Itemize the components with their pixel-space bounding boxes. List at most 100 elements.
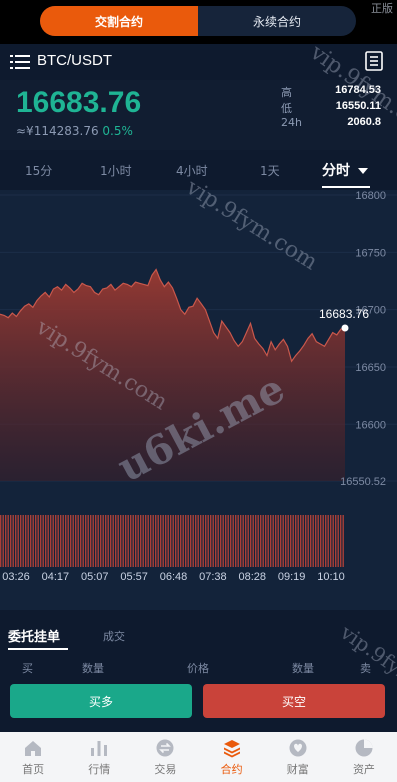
tab-delivery-contract[interactable]: 交割合约 — [40, 6, 198, 36]
document-icon[interactable] — [365, 51, 383, 71]
x-tick-label: 07:38 — [199, 571, 227, 583]
volume-bar — [280, 515, 282, 567]
volume-bar — [192, 515, 194, 567]
volume-bar — [127, 515, 129, 567]
x-axis-ticks: 03:26 04:17 05:07 05:57 06:48 07:38 08:28 09:19… — [2, 571, 345, 583]
volume-bar — [110, 515, 112, 567]
tab-1hour[interactable]: 1小时 — [100, 162, 132, 179]
volume-bar — [220, 515, 222, 567]
volume-bar — [57, 515, 59, 567]
volume-bar — [317, 515, 319, 567]
volume-bar — [130, 515, 132, 567]
volume-bar — [65, 515, 67, 567]
orders-panel: 委托挂单 成交 买 数量 价格 数量 卖 — [0, 618, 397, 678]
volume-bar — [115, 515, 117, 567]
volume-bar — [35, 515, 37, 567]
volume-bar — [52, 515, 54, 567]
volume-bar — [100, 515, 102, 567]
col-qty-sell: 数量 — [292, 662, 314, 675]
timeframe-tabs: 15分 1小时 4小时 1天 分时 — [0, 150, 397, 190]
volume-bar — [262, 515, 264, 567]
nav-label: 财富 — [286, 763, 309, 776]
volume-bar — [152, 515, 154, 567]
tab-underline — [322, 186, 370, 188]
volume-bars — [0, 515, 344, 567]
chart-svg: 168001675016700166501660016550.52 03:26 0… — [0, 190, 397, 583]
x-tick-label: 05:57 — [120, 571, 148, 583]
nav-label: 合约 — [220, 763, 243, 776]
volume-bar — [60, 515, 62, 567]
volume-bar — [170, 515, 172, 567]
volume-bar — [25, 515, 27, 567]
volume-bar — [205, 515, 207, 567]
volume-bar — [80, 515, 82, 567]
stat-low: 低 16550.11 — [281, 100, 381, 116]
volume-bar — [190, 515, 192, 567]
volume-bar — [150, 515, 152, 567]
nav-wealth[interactable]: 财富 — [265, 732, 331, 782]
volume-bar — [92, 515, 94, 567]
volume-bar — [182, 515, 184, 567]
trading-pair[interactable]: BTC/USDT — [37, 52, 112, 69]
volume-bar — [330, 515, 332, 567]
volume-bar — [257, 515, 259, 567]
volume-bar — [265, 515, 267, 567]
nav-home[interactable]: 首页 — [0, 732, 66, 782]
volume-bar — [70, 515, 72, 567]
stat-high: 高 16784.53 — [281, 84, 381, 100]
volume-bar — [42, 515, 44, 567]
tab-pending-orders[interactable]: 委托挂单 — [8, 626, 60, 645]
nav-trade[interactable]: 交易 — [132, 732, 198, 782]
volume-bar — [22, 515, 24, 567]
nav-label: 行情 — [88, 763, 111, 776]
volume-bar — [95, 515, 97, 567]
wallet-icon — [289, 739, 307, 757]
pie-chart-icon — [355, 739, 373, 757]
volume-bar — [85, 515, 87, 567]
volume-bar — [227, 515, 229, 567]
layers-icon — [223, 740, 240, 758]
volume-bar — [50, 515, 52, 567]
volume-bar — [245, 515, 247, 567]
tab-perpetual-contract[interactable]: 永续合约 — [198, 6, 356, 36]
volume-bar — [277, 515, 279, 567]
volume-bar — [142, 515, 144, 567]
exchange-icon — [156, 739, 174, 757]
caret-down-icon — [357, 168, 368, 174]
volume-bar — [222, 515, 224, 567]
nav-contract[interactable]: 合约 — [199, 732, 265, 782]
volume-bar — [72, 515, 74, 567]
price-chart[interactable]: 16800 16750 16700 16650 16600 16550.52 03:26 0… — [0, 190, 397, 610]
buy-short-button[interactable]: 买空 — [203, 684, 385, 718]
tab-15min[interactable]: 15分 — [25, 162, 52, 179]
nav-label: 首页 — [22, 763, 45, 776]
tab-timeline[interactable]: 分时 — [322, 160, 369, 180]
volume-bar — [212, 515, 214, 567]
volume-bar — [32, 515, 34, 567]
volume-bar — [2, 515, 4, 567]
nav-assets[interactable]: 资产 — [331, 732, 397, 782]
buy-long-button[interactable]: 买多 — [10, 684, 192, 718]
volume-bar — [87, 515, 89, 567]
volume-bar — [82, 515, 84, 567]
volume-bar — [295, 515, 297, 567]
volume-bar — [342, 515, 344, 567]
volume-bar — [242, 515, 244, 567]
volume-bar — [7, 515, 9, 567]
volume-bar — [0, 515, 2, 567]
volume-bar — [300, 515, 302, 567]
volume-bar — [235, 515, 237, 567]
tab-1day[interactable]: 1天 — [260, 162, 280, 179]
volume-bar — [260, 515, 262, 567]
menu-icon[interactable] — [10, 54, 30, 70]
volume-bar — [267, 515, 269, 567]
volume-bar — [272, 515, 274, 567]
tab-4hour[interactable]: 4小时 — [176, 162, 208, 179]
volume-bar — [292, 515, 294, 567]
tab-trades[interactable]: 成交 — [103, 628, 125, 644]
volume-bar — [297, 515, 299, 567]
volume-bar — [255, 515, 257, 567]
volume-bar — [147, 515, 149, 567]
nav-market[interactable]: 行情 — [66, 732, 132, 782]
stat-value: 16784.53 — [335, 84, 381, 96]
